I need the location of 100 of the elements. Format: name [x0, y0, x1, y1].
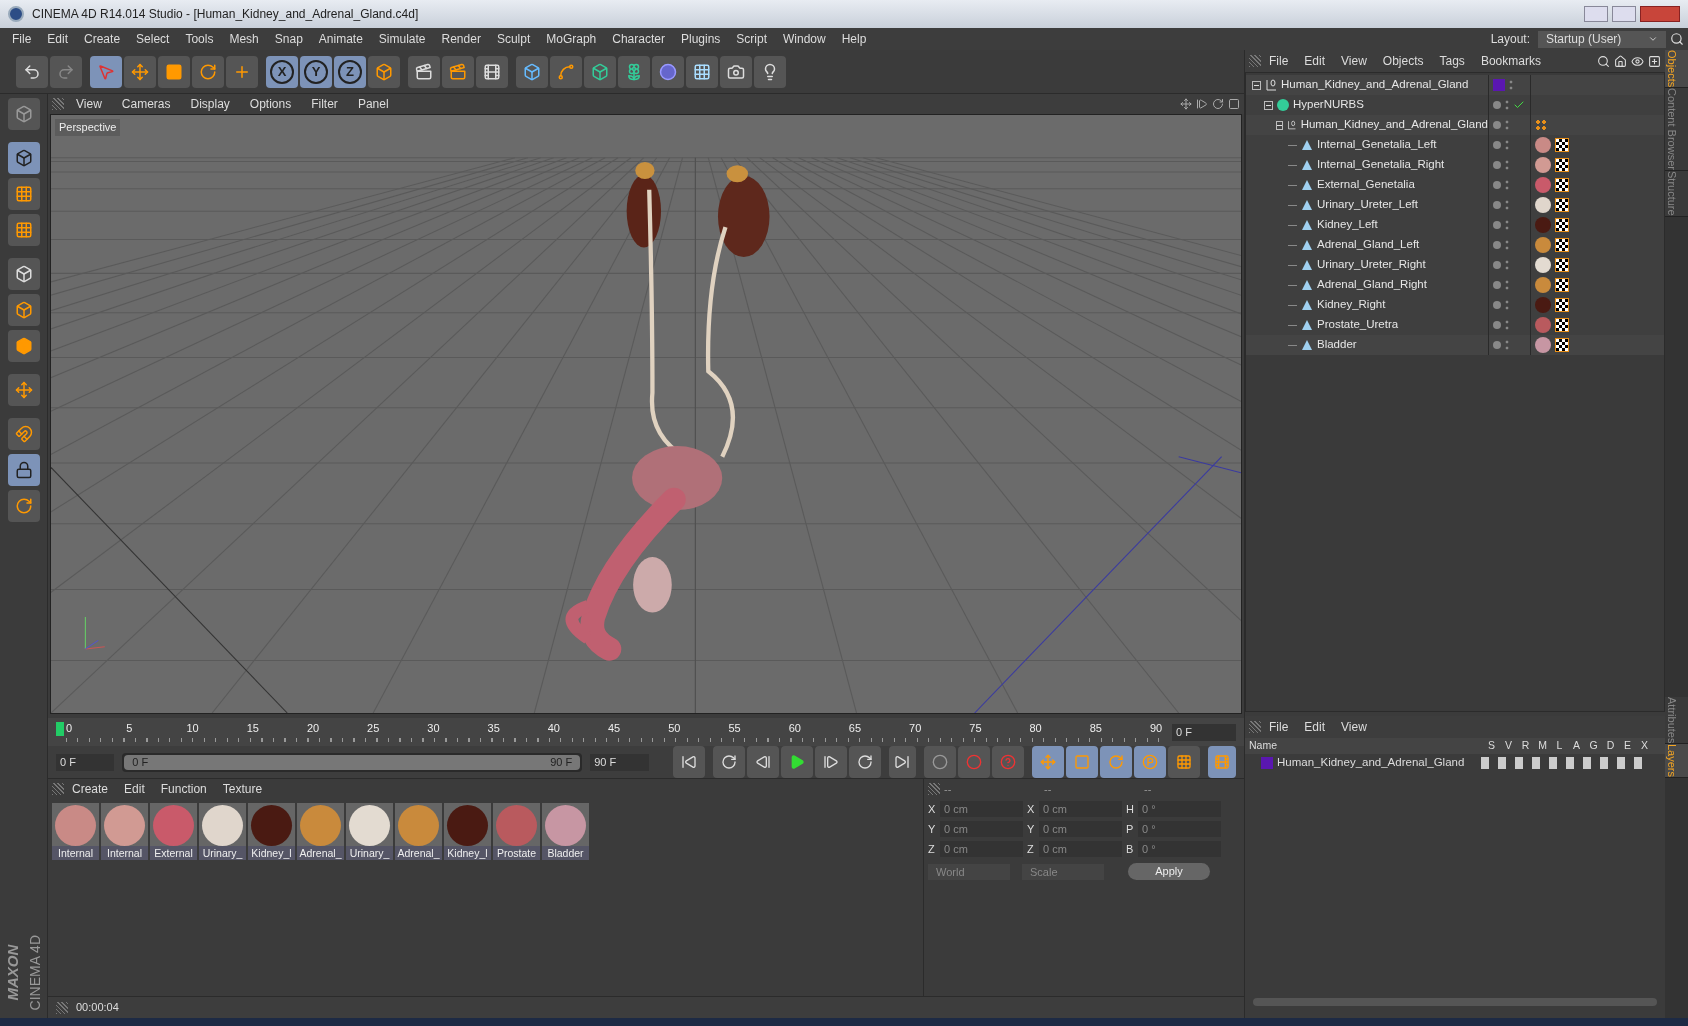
- material-tag[interactable]: [1535, 337, 1551, 353]
- collapse-toggle-icon[interactable]: [1276, 120, 1284, 130]
- render-dots-icon[interactable]: [1505, 99, 1509, 111]
- model-mode-button[interactable]: [7, 98, 40, 130]
- uvw-tag-icon[interactable]: [1555, 258, 1569, 272]
- render-dots-icon[interactable]: [1505, 339, 1509, 351]
- menu-item[interactable]: Tools: [177, 30, 222, 48]
- render-dots-icon[interactable]: [1505, 119, 1509, 131]
- menu-item[interactable]: Character: [604, 30, 673, 48]
- menu-item[interactable]: Cameras: [113, 95, 179, 113]
- layout-dropdown[interactable]: Startup (User): [1538, 30, 1666, 48]
- go-to-end-button[interactable]: [888, 746, 917, 778]
- column-header[interactable]: Name: [1245, 738, 1483, 754]
- key-scale-button[interactable]: [1066, 746, 1099, 778]
- menu-item[interactable]: Mesh: [221, 30, 267, 48]
- uvw-tag-icon[interactable]: [1555, 198, 1569, 212]
- minimize-button[interactable]: [1584, 6, 1608, 22]
- object-mode-button[interactable]: [7, 142, 40, 174]
- panel-grip-icon[interactable]: [56, 1001, 68, 1014]
- play-button[interactable]: [780, 746, 813, 778]
- render-dots-icon[interactable]: [1505, 179, 1509, 191]
- timeline-ruler[interactable]: 0 5 10 15 20 25 30 35 40 45 50 55 60 65 70 75 80 85 90 0 F: [48, 718, 1244, 746]
- coordinate-system-button[interactable]: [368, 55, 400, 88]
- key-position-button[interactable]: [1032, 746, 1065, 778]
- column-header[interactable]: G: [1585, 738, 1602, 754]
- uvw-tag-icon[interactable]: [1555, 318, 1569, 332]
- menu-item[interactable]: MoGraph: [538, 30, 605, 48]
- menu-item[interactable]: Tags: [1431, 52, 1473, 70]
- material-tag[interactable]: [1535, 197, 1551, 213]
- render-dots-icon[interactable]: [1505, 159, 1509, 171]
- render-dots-icon[interactable]: [1505, 279, 1509, 291]
- undo-button[interactable]: [16, 55, 48, 88]
- menu-item[interactable]: View: [1333, 718, 1375, 736]
- material-thumbnail[interactable]: Kidney_l: [444, 803, 491, 860]
- add-tool-button[interactable]: [226, 55, 258, 88]
- spline-button[interactable]: [550, 55, 582, 88]
- column-header[interactable]: R: [1517, 738, 1534, 754]
- collapse-toggle-icon[interactable]: [1252, 80, 1261, 90]
- render-settings-button[interactable]: [476, 55, 508, 88]
- material-tag[interactable]: [1535, 257, 1551, 273]
- menu-item[interactable]: Edit: [1296, 718, 1334, 736]
- enabled-check-icon[interactable]: [1513, 99, 1525, 111]
- uvw-tag-icon[interactable]: [1555, 158, 1569, 172]
- uvw-tag-icon[interactable]: [1555, 138, 1569, 152]
- object-name[interactable]: Prostate_Uretra: [1317, 316, 1399, 334]
- keyframe-help-button[interactable]: [992, 746, 1025, 778]
- playhead-marker[interactable]: [56, 722, 64, 736]
- coordinate-field[interactable]: 0 cm: [940, 841, 1023, 857]
- material-tag[interactable]: [1535, 137, 1551, 153]
- side-tab[interactable]: Layers: [1665, 743, 1688, 778]
- menu-item[interactable]: Bookmarks: [1472, 52, 1549, 70]
- menu-item[interactable]: Script: [728, 30, 775, 48]
- column-header[interactable]: M: [1534, 738, 1551, 754]
- material-thumbnail[interactable]: Prostate: [493, 803, 540, 860]
- key-points-button[interactable]: [1168, 746, 1201, 778]
- uvw-tag-icon[interactable]: [1555, 218, 1569, 232]
- menu-item[interactable]: Function: [152, 780, 215, 798]
- axis-mode-button[interactable]: [7, 374, 40, 406]
- menu-item[interactable]: Help: [833, 30, 875, 48]
- panel-grip-icon[interactable]: [1249, 721, 1261, 733]
- coordinate-field[interactable]: 0 °: [1138, 821, 1221, 837]
- start-frame-field[interactable]: 0 F: [56, 753, 115, 771]
- menu-item[interactable]: Window: [775, 30, 834, 48]
- panel-grip-icon[interactable]: [928, 783, 940, 795]
- next-frame-button[interactable]: [814, 746, 847, 778]
- render-picture-button[interactable]: [442, 55, 474, 88]
- move-tool-button[interactable]: [124, 55, 156, 88]
- select-tool-button[interactable]: [90, 55, 122, 88]
- material-thumbnail[interactable]: Bladder: [542, 803, 589, 860]
- uvw-tag-icon[interactable]: [1555, 238, 1569, 252]
- eye-icon[interactable]: [1631, 54, 1644, 68]
- material-thumbnail[interactable]: Kidney_l: [248, 803, 295, 860]
- render-view-button[interactable]: [408, 55, 440, 88]
- light-button[interactable]: [754, 55, 786, 88]
- array-button[interactable]: [618, 55, 650, 88]
- render-dots-icon[interactable]: [1505, 219, 1509, 231]
- uvw-tag-icon[interactable]: [1555, 338, 1569, 352]
- material-tag[interactable]: [1535, 237, 1551, 253]
- floor-button[interactable]: [686, 55, 718, 88]
- next-key-button[interactable]: [848, 746, 881, 778]
- maximize-button[interactable]: [1612, 6, 1636, 22]
- previous-key-button[interactable]: [712, 746, 745, 778]
- menu-item[interactable]: Display: [182, 95, 238, 113]
- viewport[interactable]: Perspective: [50, 114, 1242, 714]
- menu-item[interactable]: Select: [128, 30, 178, 48]
- menu-item[interactable]: Objects: [1374, 52, 1432, 70]
- horizontal-scrollbar[interactable]: [1253, 998, 1657, 1006]
- pan-view-icon[interactable]: [1180, 98, 1192, 110]
- coordinate-field[interactable]: 0 °: [1138, 841, 1221, 857]
- column-header[interactable]: D: [1602, 738, 1619, 754]
- layer-color-swatch[interactable]: [1261, 757, 1273, 769]
- apply-button[interactable]: Apply: [1128, 863, 1210, 880]
- menu-item[interactable]: Create: [64, 780, 117, 798]
- key-parameter-button[interactable]: [1134, 746, 1167, 778]
- cube-button[interactable]: [516, 55, 548, 88]
- camera-button[interactable]: [720, 55, 752, 88]
- coordinate-field[interactable]: 0 cm: [940, 821, 1023, 837]
- menu-item[interactable]: Animate: [310, 30, 371, 48]
- search-icon[interactable]: [1670, 32, 1684, 46]
- nurbs-button[interactable]: [584, 55, 616, 88]
